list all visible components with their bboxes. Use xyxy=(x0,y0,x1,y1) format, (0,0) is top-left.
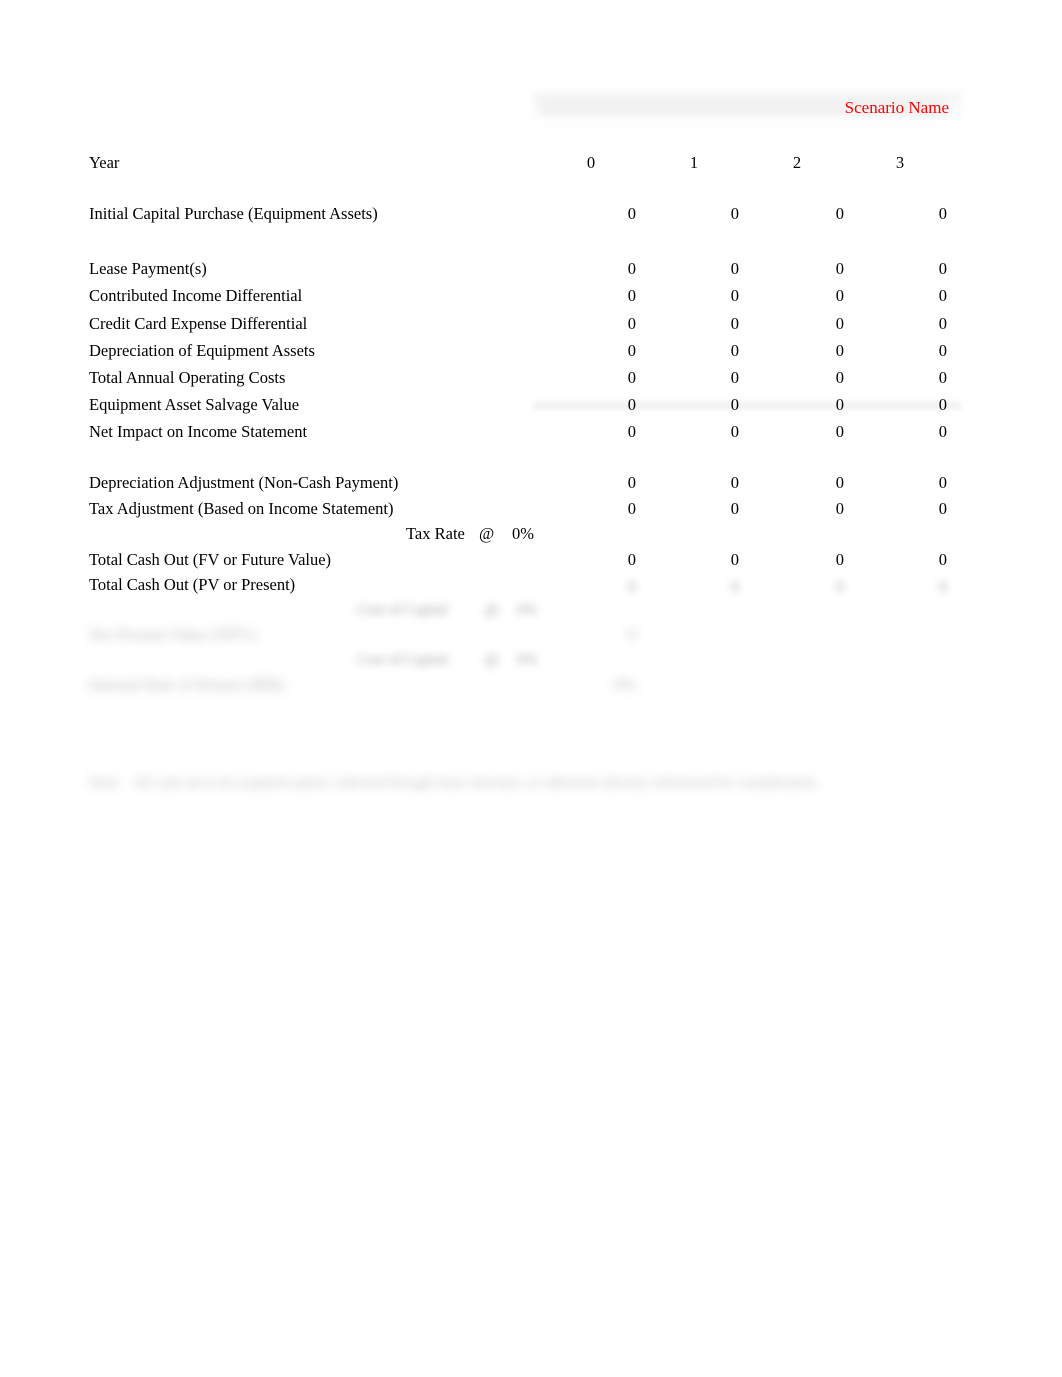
year-header-2: 2 xyxy=(792,153,802,172)
row-label: Tax Adjustment (Based on Income Statemen… xyxy=(89,499,394,518)
table-row-net-impact-on-income-statement: Net Impact on Income Statement 0 0 0 0 xyxy=(0,421,1062,443)
row-value-year-2[interactable]: 0 xyxy=(784,549,844,571)
row-value-year-3[interactable]: 0 xyxy=(887,313,947,335)
row-value-year-0[interactable]: 0 xyxy=(576,421,636,443)
row-value-year-1[interactable]: 0 xyxy=(679,394,739,416)
row-value-year-0[interactable]: 0 xyxy=(576,367,636,389)
row-value-year-1[interactable]: 0 xyxy=(679,258,739,280)
footnote-tag: Note: xyxy=(89,775,122,791)
irr-value[interactable]: 0% xyxy=(576,673,636,697)
table-row-total-cash-out-pv-values: 0 0 0 0 xyxy=(0,576,1062,598)
row-value-year-3[interactable]: 0 xyxy=(887,549,947,571)
row-value-year-3[interactable]: 0 xyxy=(887,472,947,494)
row-value-year-2[interactable]: 0 xyxy=(784,285,844,307)
row-value-year-0[interactable]: 0 xyxy=(576,394,636,416)
row-label: Initial Capital Purchase (Equipment Asse… xyxy=(89,204,378,223)
irr-cost-of-capital-label: Cost of Capital xyxy=(357,652,448,668)
row-value-year-2[interactable]: 0 xyxy=(784,340,844,362)
npv-value[interactable]: 0 xyxy=(576,623,636,647)
row-label: Total Annual Operating Costs xyxy=(89,368,286,387)
table-row-depreciation-of-equipment-assets: Depreciation of Equipment Assets 0 0 0 0 xyxy=(0,340,1062,362)
year-header-1: 1 xyxy=(689,153,699,172)
tax-rate-label: Tax Rate xyxy=(406,524,465,543)
row-value-year-0[interactable]: 0 xyxy=(576,498,636,520)
row-value-year-2[interactable]: 0 xyxy=(784,258,844,280)
row-label: Credit Card Expense Differential xyxy=(89,314,308,333)
row-label: Total Cash Out (FV or Future Value) xyxy=(89,550,332,569)
row-value-year-1[interactable]: 0 xyxy=(679,285,739,307)
table-row-credit-card-expense-differential: Credit Card Expense Differential 0 0 0 0 xyxy=(0,313,1062,335)
row-value-year-0[interactable]: 0 xyxy=(576,258,636,280)
row-value-year-0[interactable]: 0 xyxy=(576,549,636,571)
row-value-year-1[interactable]: 0 xyxy=(679,576,739,598)
row-value-year-3[interactable]: 0 xyxy=(887,285,947,307)
table-row-equipment-asset-salvage-value: Equipment Asset Salvage Value 0 0 0 0 xyxy=(0,394,1062,416)
row-label: Equipment Asset Salvage Value xyxy=(89,395,300,414)
row-value-year-3[interactable]: 0 xyxy=(887,367,947,389)
row-value-year-1[interactable]: 0 xyxy=(679,313,739,335)
table-row-tax-adjustment: Tax Adjustment (Based on Income Statemen… xyxy=(0,498,1062,520)
row-value-year-2[interactable]: 0 xyxy=(784,394,844,416)
row-value-year-2[interactable]: 0 xyxy=(784,313,844,335)
row-value-year-2[interactable]: 0 xyxy=(784,472,844,494)
npv-cost-of-capital-at-symbol: @ xyxy=(485,602,499,618)
row-label: Depreciation of Equipment Assets xyxy=(89,341,315,360)
row-value-year-3[interactable]: 0 xyxy=(887,203,947,225)
column-header-row: Year 0 1 2 3 xyxy=(0,152,1062,174)
tax-rate-at-symbol: @ xyxy=(479,524,495,543)
row-value-year-3[interactable]: 0 xyxy=(887,340,947,362)
row-label: Contributed Income Differential xyxy=(89,286,303,305)
row-value-year-3[interactable]: 0 xyxy=(887,498,947,520)
row-value-year-0[interactable]: 0 xyxy=(576,285,636,307)
table-row-contributed-income-differential: Contributed Income Differential 0 0 0 0 xyxy=(0,285,1062,307)
row-value-year-2[interactable]: 0 xyxy=(784,203,844,225)
row-value-year-0[interactable]: 0 xyxy=(576,472,636,494)
footnote-text: All cash out to be acquired and/or colle… xyxy=(132,775,819,791)
row-value-year-1[interactable]: 0 xyxy=(679,340,739,362)
row-value-year-3[interactable]: 0 xyxy=(887,576,947,598)
irr-cost-of-capital-value[interactable]: 0% xyxy=(517,650,537,670)
table-row-lease-payments: Lease Payment(s) 0 0 0 0 xyxy=(0,258,1062,280)
table-row-initial-capital-purchase: Initial Capital Purchase (Equipment Asse… xyxy=(0,203,1062,225)
row-label: Net Impact on Income Statement xyxy=(89,422,308,441)
row-value-year-1[interactable]: 0 xyxy=(679,421,739,443)
row-label: Depreciation Adjustment (Non-Cash Paymen… xyxy=(89,473,399,492)
row-value-year-1[interactable]: 0 xyxy=(679,203,739,225)
row-value-year-0[interactable]: 0 xyxy=(576,340,636,362)
scenario-name-label-text: Scenario Name xyxy=(844,98,949,117)
year-header-3: 3 xyxy=(895,153,905,172)
table-row-internal-rate-of-return: Internal Rate of Return (IRR) 0% xyxy=(0,673,1062,697)
row-label: Internal Rate of Return (IRR) xyxy=(89,675,285,694)
year-header-0: 0 xyxy=(586,153,596,172)
row-value-year-1[interactable]: 0 xyxy=(679,367,739,389)
worksheet-page: Scenario Name Year 0 1 2 3 Initial Capit… xyxy=(0,0,1062,1377)
row-value-year-2[interactable]: 0 xyxy=(784,498,844,520)
row-value-year-2[interactable]: 0 xyxy=(784,367,844,389)
row-value-year-3[interactable]: 0 xyxy=(887,394,947,416)
row-value-year-3[interactable]: 0 xyxy=(887,258,947,280)
tax-rate-value[interactable]: 0% xyxy=(512,523,534,545)
row-value-year-1[interactable]: 0 xyxy=(679,549,739,571)
table-row-total-annual-operating-costs: Total Annual Operating Costs 0 0 0 0 xyxy=(0,367,1062,389)
row-value-year-0[interactable]: 0 xyxy=(576,313,636,335)
npv-cost-of-capital-value[interactable]: 0% xyxy=(517,600,537,620)
row-value-year-3[interactable]: 0 xyxy=(887,421,947,443)
table-row-net-present-value: Net Present Value (NPV) 0 xyxy=(0,623,1062,647)
table-row-total-cash-out-fv: Total Cash Out (FV or Future Value) 0 0 … xyxy=(0,549,1062,571)
npv-cost-of-capital-label: Cost of Capital xyxy=(357,602,448,618)
row-value-year-0[interactable]: 0 xyxy=(576,203,636,225)
irr-cost-of-capital-at-symbol: @ xyxy=(485,652,499,668)
row-label: Net Present Value (NPV) xyxy=(89,625,256,644)
row-value-year-1[interactable]: 0 xyxy=(679,472,739,494)
row-label: Lease Payment(s) xyxy=(89,259,207,278)
row-value-year-2[interactable]: 0 xyxy=(784,421,844,443)
tax-rate-caption: Tax Rate @ 0% xyxy=(0,523,1062,545)
table-row-depreciation-adjustment: Depreciation Adjustment (Non-Cash Paymen… xyxy=(0,472,1062,494)
row-value-year-2[interactable]: 0 xyxy=(784,576,844,598)
row-value-year-0[interactable]: 0 xyxy=(576,576,636,598)
row-value-year-1[interactable]: 0 xyxy=(679,498,739,520)
column-header-label: Year xyxy=(89,153,120,172)
